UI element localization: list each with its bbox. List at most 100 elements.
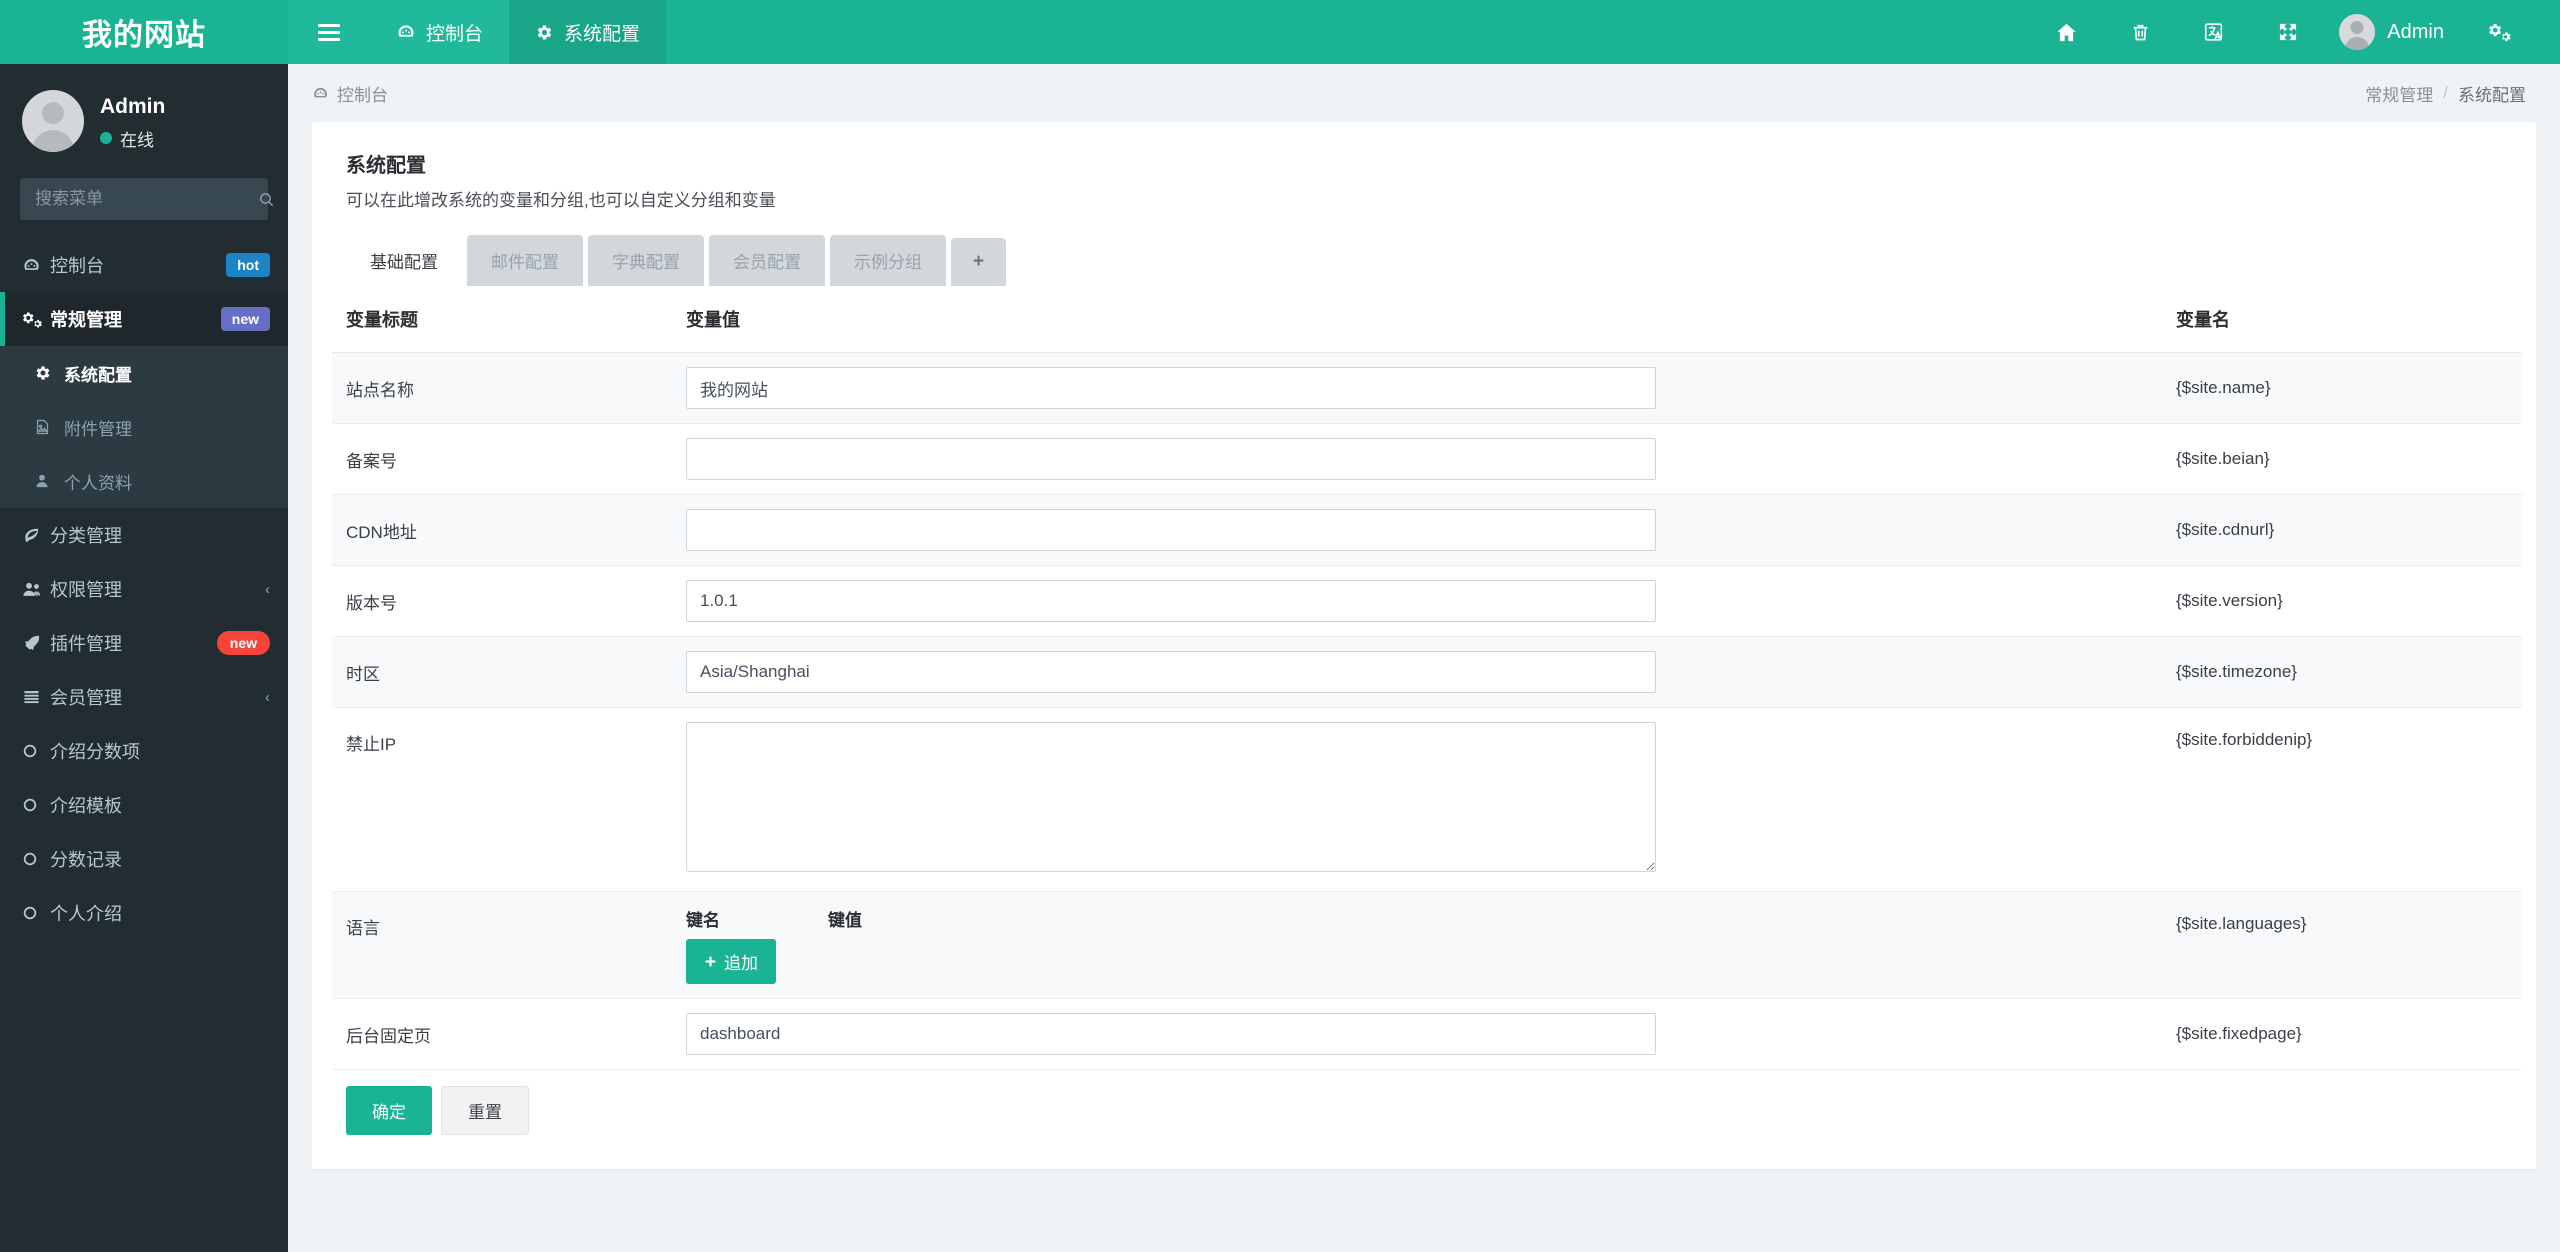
user-icon <box>34 472 64 490</box>
add-language-button[interactable]: 追加 <box>686 939 776 984</box>
version-input[interactable] <box>686 580 1656 622</box>
home-icon[interactable] <box>2029 0 2104 64</box>
fullscreen-icon[interactable] <box>2251 0 2325 64</box>
breadcrumb-item-general[interactable]: 常规管理 <box>2365 81 2433 106</box>
table-row: 后台固定页 {$site.fixedpage} <box>332 998 2522 1070</box>
sidebar-item-label: 常规管理 <box>50 310 122 330</box>
sidebar-item-intro-template[interactable]: 介绍模板 <box>0 778 288 832</box>
tab-mail-config[interactable]: 邮件配置 <box>467 235 583 286</box>
breadcrumb-separator: / <box>2443 83 2448 102</box>
search-icon[interactable] <box>258 191 275 208</box>
sidebar-profile[interactable]: Admin 在线 <box>0 64 288 178</box>
config-group-tabs: 基础配置 邮件配置 字典配置 会员配置 示例分组 + <box>346 235 2516 286</box>
site-name-input[interactable] <box>686 367 1656 409</box>
cogs-icon <box>22 310 50 329</box>
sidebar: Admin 在线 搜索菜单 控制台 hot 常规管理 new 系统配置 附件管理… <box>0 64 288 1252</box>
leaf-icon <box>22 526 50 545</box>
brand-logo[interactable]: 我的网站 <box>0 0 288 64</box>
trash-icon[interactable] <box>2104 0 2177 64</box>
plus-icon <box>704 955 717 968</box>
sidebar-item-category-management[interactable]: 分类管理 <box>0 508 288 562</box>
sidebar-item-permission-management[interactable]: 权限管理 ‹ <box>0 562 288 616</box>
circle-icon <box>22 851 50 867</box>
timezone-input[interactable] <box>686 651 1656 693</box>
sidebar-item-score-records[interactable]: 分数记录 <box>0 832 288 886</box>
row-varname: {$site.cdnurl} <box>2162 494 2522 566</box>
row-value <box>672 494 2162 566</box>
avatar <box>2339 14 2376 50</box>
app-root: 我的网站 控制台 系统配置 Admin Admin 在线 搜索菜单 控制台 ho… <box>0 0 2560 1252</box>
sidebar-profile-status: 在线 <box>100 126 165 151</box>
sidebar-profile-name: Admin <box>100 95 166 119</box>
language-icon[interactable] <box>2177 0 2251 64</box>
table-row: 禁止IP {$site.forbiddenip} <box>332 707 2522 892</box>
sidebar-toggle-button[interactable] <box>288 0 370 64</box>
row-title: CDN地址 <box>332 494 672 566</box>
sidebar-item-attachment-management[interactable]: 附件管理 <box>0 400 288 454</box>
table-row: 时区 {$site.timezone} <box>332 636 2522 708</box>
rocket-icon <box>22 634 50 653</box>
navbar-left-items: 控制台 系统配置 <box>288 0 667 64</box>
sidebar-item-label: 分数记录 <box>50 850 122 870</box>
top-navbar: 我的网站 控制台 系统配置 Admin <box>0 0 2560 64</box>
main-content: 控制台 常规管理 / 系统配置 系统配置 可以在此增改系统的变量和分组,也可以自… <box>288 64 2560 1252</box>
sidebar-item-personal-intro[interactable]: 个人介绍 <box>0 886 288 940</box>
navbar-user-menu[interactable]: Admin <box>2325 14 2462 50</box>
sidebar-search[interactable] <box>20 178 274 220</box>
column-header-name: 变量名 <box>2162 286 2522 353</box>
sidebar-item-intro-score-items[interactable]: 介绍分数项 <box>0 724 288 778</box>
breadcrumb-right: 常规管理 / 系统配置 <box>2365 81 2526 106</box>
sidebar-badge-new: new <box>216 630 270 656</box>
dashboard-icon <box>312 85 329 102</box>
cdnurl-input[interactable] <box>686 509 1656 551</box>
gears-icon[interactable] <box>2462 0 2538 64</box>
tab-dictionary-config[interactable]: 字典配置 <box>588 235 704 286</box>
sidebar-item-label: 权限管理 <box>50 580 122 600</box>
gear-icon <box>535 23 554 42</box>
page-title: 系统配置 <box>346 155 426 177</box>
row-varname: {$site.forbiddenip} <box>2162 707 2522 892</box>
list-icon <box>22 688 50 706</box>
sidebar-profile-status-label: 在线 <box>120 130 154 150</box>
row-value <box>672 565 2162 637</box>
sidebar-item-member-management[interactable]: 会员管理 ‹ <box>0 670 288 724</box>
sidebar-item-label: 介绍模板 <box>50 796 122 816</box>
chevron-left-icon: ‹ <box>265 688 270 706</box>
sidebar-item-label: 介绍分数项 <box>50 742 140 762</box>
sidebar-item-plugin-management[interactable]: 插件管理 new <box>0 616 288 670</box>
breadcrumb: 控制台 常规管理 / 系统配置 <box>288 64 2560 122</box>
sidebar-item-dashboard[interactable]: 控制台 hot <box>0 238 288 292</box>
beian-input[interactable] <box>686 438 1656 480</box>
row-varname: {$site.fixedpage} <box>2162 998 2522 1070</box>
sidebar-item-label: 分类管理 <box>50 526 122 546</box>
forbidden-ip-textarea[interactable] <box>686 722 1656 872</box>
navbar-item-system-config[interactable]: 系统配置 <box>509 0 667 64</box>
online-status-dot <box>100 132 112 145</box>
sidebar-item-general-management[interactable]: 常规管理 new <box>0 292 288 346</box>
row-title: 禁止IP <box>332 707 672 892</box>
reset-button[interactable]: 重置 <box>441 1086 529 1135</box>
avatar <box>22 90 84 152</box>
navbar-user-name: Admin <box>2387 20 2444 43</box>
table-row: CDN地址 {$site.cdnurl} <box>332 494 2522 566</box>
tab-example-group[interactable]: 示例分组 <box>830 235 946 286</box>
row-varname: {$site.name} <box>2162 352 2522 424</box>
sidebar-item-label: 会员管理 <box>50 688 122 708</box>
submit-button[interactable]: 确定 <box>346 1086 432 1135</box>
fixedpage-input[interactable] <box>686 1013 1656 1055</box>
sidebar-item-profile[interactable]: 个人资料 <box>0 454 288 508</box>
config-table-head: 变量标题 变量值 变量名 <box>332 286 2522 353</box>
table-row: 语言 键名 键值 追加 {$site.languages} <box>332 891 2522 999</box>
tab-member-config[interactable]: 会员配置 <box>709 235 825 286</box>
row-title: 语言 <box>332 891 672 999</box>
sidebar-item-system-config[interactable]: 系统配置 <box>0 346 288 400</box>
row-title: 后台固定页 <box>332 998 672 1070</box>
sidebar-item-label: 控制台 <box>50 256 104 276</box>
tab-basic-config[interactable]: 基础配置 <box>346 235 462 286</box>
panel-header: 系统配置 可以在此增改系统的变量和分组,也可以自定义分组和变量 <box>332 144 2516 211</box>
row-varname: {$site.version} <box>2162 565 2522 637</box>
navbar-item-dashboard[interactable]: 控制台 <box>370 0 510 64</box>
breadcrumb-left[interactable]: 控制台 <box>312 81 388 106</box>
add-group-tab[interactable]: + <box>951 238 1007 286</box>
search-input[interactable] <box>33 188 258 210</box>
